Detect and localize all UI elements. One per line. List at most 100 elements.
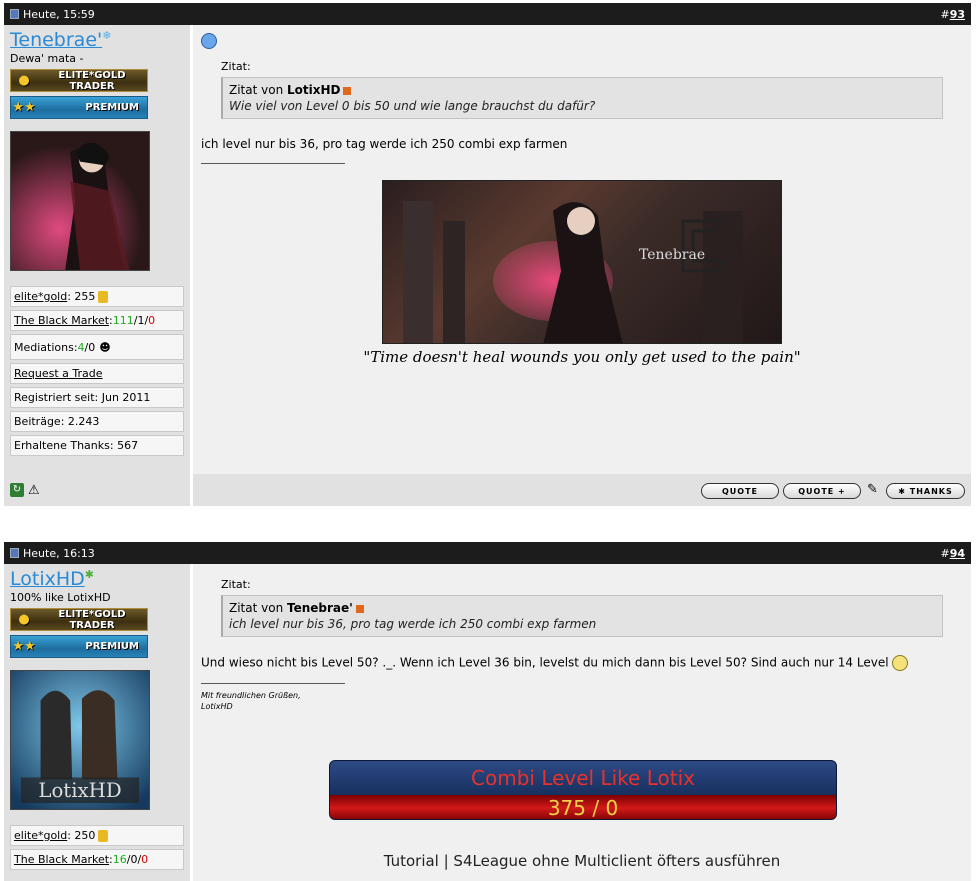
- quote-link-icon[interactable]: [355, 604, 364, 613]
- mediations-positive: 4: [77, 340, 85, 354]
- elitegold-value: : 255: [67, 290, 96, 303]
- tutorial-link[interactable]: Tutorial | S4League ohne Multiclient öft…: [201, 852, 963, 870]
- request-trade-row: Request a Trade: [10, 363, 184, 384]
- username-link[interactable]: LotixHD: [10, 568, 85, 590]
- thanks-row: Erhaltene Thanks: 567: [10, 435, 184, 456]
- quote-text: Wie viel von Level 0 bis 50 und wie lang…: [229, 99, 596, 113]
- market-positive: 111: [112, 314, 134, 327]
- elitegold-row: elite*gold: 255: [10, 286, 184, 307]
- stars-icon: ★★: [12, 100, 36, 115]
- elitegold-link[interactable]: elite*gold: [14, 290, 67, 303]
- market-link[interactable]: The Black Market: [14, 853, 109, 866]
- quote-prefix: Zitat von: [229, 601, 287, 615]
- post-message-text: Und wieso nicht bis Level 50? ._. Wenn i…: [201, 655, 889, 670]
- star-icon: ✱: [84, 568, 94, 581]
- coin-icon: [98, 829, 109, 842]
- market-row: The Black Market: 111/1/0: [10, 310, 184, 331]
- market-row: The Black Market: 16/0/0: [10, 849, 184, 870]
- quote-link-icon[interactable]: [343, 86, 352, 95]
- avatar: LotixHD: [10, 670, 150, 810]
- post-message: ich level nur bis 36, pro tag werde ich …: [201, 137, 568, 151]
- signature-line-2: LotixHD: [201, 702, 233, 711]
- mediations-row: Mediations: 4/0 ☻: [10, 334, 184, 360]
- avatar: [10, 131, 150, 271]
- post-content: Zitat: Zitat von Tenebrae' ich level nur…: [193, 564, 971, 881]
- user-sidebar: Tenebrae'❄ Dewa' mata - ● ELITE*GOLD TRA…: [4, 25, 190, 502]
- signature-text: Mit freundlichen Grüßen, LotixHD: [201, 690, 963, 712]
- elite-gold-trader-badge: ● ELITE*GOLD TRADER: [10, 69, 148, 92]
- badge-label: ELITE*GOLD TRADER: [58, 69, 126, 92]
- market-link[interactable]: The Black Market: [14, 314, 109, 327]
- post-header: Heute, 16:13 #94: [4, 542, 971, 564]
- market-negative: 0: [148, 314, 156, 327]
- post-message: Und wieso nicht bis Level 50? ._. Wenn i…: [201, 655, 963, 671]
- combi-level-value: 375 / 0: [330, 795, 836, 819]
- mediations-rest: /0: [84, 340, 96, 354]
- quote-label: Zitat:: [221, 60, 251, 73]
- coin-icon: ●: [18, 73, 30, 88]
- smiley-icon: [201, 33, 217, 49]
- post-number-link[interactable]: 93: [950, 8, 965, 21]
- elitegold-row: elite*gold: 250: [10, 825, 184, 846]
- post-content: Zitat: Zitat von LotixHD Wie viel von Le…: [193, 25, 971, 502]
- premium-badge: ★★ PREMIUM: [10, 635, 148, 658]
- edit-icon[interactable]: ✎: [867, 482, 878, 497]
- quote-byline: Zitat von Tenebrae': [229, 601, 936, 615]
- quote-author: Tenebrae': [287, 601, 353, 615]
- asterisk-icon: ✱: [898, 487, 910, 496]
- quote-box: Zitat von Tenebrae' ich level nur bis 36…: [221, 595, 943, 637]
- svg-text:LotixHD: LotixHD: [38, 779, 121, 802]
- quote-button[interactable]: QUOTE: [701, 483, 779, 499]
- thanks-button[interactable]: ✱ THANKS: [886, 483, 965, 499]
- stars-icon: ★★: [12, 639, 36, 654]
- smiley-icon: [892, 655, 909, 671]
- post-icon: [10, 9, 19, 19]
- elite-gold-trader-badge: ● ELITE*GOLD TRADER: [10, 608, 148, 631]
- signature-divider: [201, 163, 345, 164]
- badge-label: PREMIUM: [85, 102, 139, 113]
- user-icon: ☻: [99, 340, 111, 354]
- banner-name: Tenebrae: [639, 247, 706, 263]
- warning-icon[interactable]: ⚠: [28, 483, 40, 498]
- signature-line-1: Mit freundlichen Grüßen,: [201, 691, 301, 700]
- request-trade-link[interactable]: Request a Trade: [14, 367, 103, 380]
- post-count-row: Beiträge: 2.243: [10, 411, 184, 432]
- premium-badge: ★★ PREMIUM: [10, 96, 148, 119]
- user-info: elite*gold: 255 The Black Market: 111/1/…: [10, 286, 185, 456]
- registered-row: Registriert seit: Jun 2011: [10, 387, 184, 408]
- signature-divider: [201, 683, 345, 684]
- market-negative: 0: [141, 853, 149, 866]
- post-number-link[interactable]: 94: [950, 547, 965, 560]
- post-94: Heute, 16:13 #94 LotixHD✱ 100% like Loti…: [4, 542, 971, 881]
- post-icon: [10, 548, 19, 558]
- post-hash: #: [940, 546, 950, 560]
- quote-author: LotixHD: [287, 83, 341, 97]
- quote-label: Zitat:: [221, 578, 251, 591]
- signature-banner: Tenebrae: [382, 180, 782, 344]
- elitegold-value: : 250: [67, 829, 96, 842]
- badge-label: PREMIUM: [85, 641, 139, 652]
- mediations-label: Mediations:: [14, 340, 78, 354]
- combi-level-title: Combi Level Like Lotix: [330, 761, 836, 795]
- quote-text: ich level nur bis 36, pro tag werde ich …: [229, 617, 597, 631]
- market-neutral: /1/: [133, 314, 149, 327]
- quote-byline: Zitat von LotixHD: [229, 83, 936, 97]
- post-time: Heute, 16:13: [23, 546, 95, 560]
- post-header: Heute, 15:59 #93: [4, 3, 971, 25]
- quote-plus-button[interactable]: QUOTE +: [783, 483, 861, 499]
- refresh-icon[interactable]: ↻: [10, 483, 24, 497]
- post-hash: #: [940, 7, 950, 21]
- badge-label: ELITE*GOLD TRADER: [58, 608, 126, 631]
- post-footer: QUOTE QUOTE + ✎ ✱ THANKS: [193, 474, 971, 506]
- post-93: Heute, 15:59 #93 Tenebrae'❄ Dewa' mata -…: [4, 3, 971, 535]
- post-time: Heute, 15:59: [23, 7, 95, 21]
- market-positive: 16: [112, 853, 127, 866]
- user-info: elite*gold: 250 The Black Market: 16/0/0: [10, 825, 185, 870]
- quote-prefix: Zitat von: [229, 83, 287, 97]
- coin-icon: ●: [18, 612, 30, 627]
- user-sidebar: LotixHD✱ 100% like LotixHD ● ELITE*GOLD …: [4, 564, 190, 881]
- username-link[interactable]: Tenebrae': [10, 29, 102, 51]
- market-neutral: /0/: [126, 853, 142, 866]
- banner-art: [403, 201, 743, 343]
- elitegold-link[interactable]: elite*gold: [14, 829, 67, 842]
